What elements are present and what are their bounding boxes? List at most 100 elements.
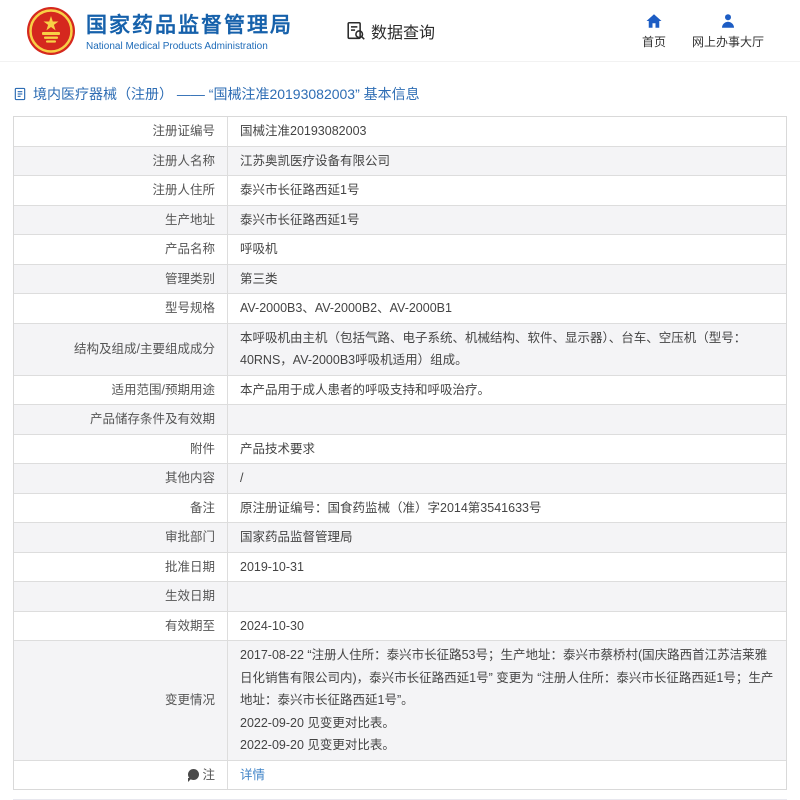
breadcrumb: 境内医疗器械（注册） —— “国械注准20193082003” 基本信息 (0, 62, 800, 116)
table-row: 结构及组成/主要组成成分 本呼吸机由主机（包括气路、电子系统、机械结构、软件、显示… (14, 324, 786, 376)
person-icon (719, 12, 737, 30)
row-value-text: 国家药品监督管理局 (240, 526, 353, 549)
table-row: 产品储存条件及有效期 (14, 405, 786, 435)
row-value-text: 本产品用于成人患者的呼吸支持和呼吸治疗。 (240, 379, 490, 402)
row-value: 2017-08-22 “注册人住所：泰兴市长征路53号；生产地址：泰兴市蔡桥村(… (228, 641, 786, 760)
row-label-text: 附件 (190, 438, 215, 461)
table-row: 有效期至 2024-10-30 (14, 612, 786, 642)
row-label: 生产地址 (14, 206, 228, 235)
row-label: 适用范围/预期用途 (14, 376, 228, 405)
home-icon (645, 12, 663, 30)
row-label: 审批部门 (14, 523, 228, 552)
row-label-text: 型号规格 (165, 297, 215, 320)
row-value: 呼吸机 (228, 235, 786, 264)
note-icon (188, 769, 199, 780)
row-value: 国家药品监督管理局 (228, 523, 786, 552)
row-label: 批准日期 (14, 553, 228, 582)
row-value: 江苏奥凯医疗设备有限公司 (228, 147, 786, 176)
nmpa-emblem-logo[interactable] (26, 6, 76, 56)
row-value-text: 呼吸机 (240, 238, 278, 261)
row-label: 注 (14, 761, 228, 790)
row-label-text: 适用范围/预期用途 (112, 379, 215, 402)
row-label-text: 变更情况 (165, 689, 215, 712)
row-label: 有效期至 (14, 612, 228, 641)
site-title-cn: 国家药品监督管理局 (86, 9, 293, 39)
row-label: 备注 (14, 494, 228, 523)
row-label-text: 管理类别 (165, 268, 215, 291)
row-value: 2024-10-30 (228, 612, 786, 641)
row-label: 附件 (14, 435, 228, 464)
row-label: 其他内容 (14, 464, 228, 493)
content-area: 注册证编号国械注准20193082003注册人名称江苏奥凯医疗设备有限公司注册人… (13, 116, 787, 800)
row-label: 结构及组成/主要组成成分 (14, 324, 228, 375)
table-row: 审批部门 国家药品监督管理局 (14, 523, 786, 553)
row-label: 注册人名称 (14, 147, 228, 176)
row-label-text: 注册人名称 (152, 150, 215, 173)
nav-data-query[interactable]: 数据查询 (345, 19, 435, 43)
table-row: 批准日期 2019-10-31 (14, 553, 786, 583)
row-label-text: 产品储存条件及有效期 (90, 408, 215, 431)
site-title-en: National Medical Products Administration (86, 41, 293, 52)
row-label-text: 产品名称 (165, 238, 215, 261)
table-row: 注 详情 (14, 761, 786, 790)
table-row: 注册证编号 国械注准20193082003 (14, 117, 786, 147)
row-value (228, 582, 786, 611)
row-label: 管理类别 (14, 265, 228, 294)
row-value-text: 2024-10-30 (240, 615, 304, 638)
row-label: 注册证编号 (14, 117, 228, 146)
row-value: 本产品用于成人患者的呼吸支持和呼吸治疗。 (228, 376, 786, 405)
table-row: 生效日期 (14, 582, 786, 612)
row-label: 产品储存条件及有效期 (14, 405, 228, 434)
site-title-block: 国家药品监督管理局 National Medical Products Admi… (86, 9, 293, 52)
table-row: 生产地址泰兴市长征路西延1号 (14, 206, 786, 236)
row-value-text: 本呼吸机由主机（包括气路、电子系统、机械结构、软件、显示器）、台车、空压机（型号… (240, 327, 774, 372)
info-table: 注册证编号国械注准20193082003注册人名称江苏奥凯医疗设备有限公司注册人… (13, 116, 787, 790)
table-row: 变更情况 2017-08-22 “注册人住所：泰兴市长征路53号；生产地址：泰兴市… (14, 641, 786, 761)
table-row: 备注 原注册证编号：国食药监械（准）字2014第3541633号 (14, 494, 786, 524)
row-label-text: 结构及组成/主要组成成分 (74, 338, 215, 361)
row-label-text: 备注 (190, 497, 215, 520)
row-value: AV-2000B3、AV-2000B2、AV-2000B1 (228, 294, 786, 323)
table-row: 附件 产品技术要求 (14, 435, 786, 465)
row-value-text: AV-2000B3、AV-2000B2、AV-2000B1 (240, 297, 452, 320)
table-row: 适用范围/预期用途 本产品用于成人患者的呼吸支持和呼吸治疗。 (14, 376, 786, 406)
row-label-text: 注 (202, 764, 215, 787)
table-row: 管理类别 第三类 (14, 265, 786, 295)
row-label-text: 注册证编号 (152, 120, 215, 143)
site-header: 国家药品监督管理局 National Medical Products Admi… (0, 0, 800, 62)
row-label-text: 审批部门 (165, 526, 215, 549)
document-icon (13, 87, 27, 101)
row-label: 产品名称 (14, 235, 228, 264)
row-label-text: 注册人住所 (152, 179, 215, 202)
row-value-text: 国械注准20193082003 (240, 120, 366, 143)
row-value: 原注册证编号：国食药监械（准）字2014第3541633号 (228, 494, 786, 523)
row-value-text: 原注册证编号：国食药监械（准）字2014第3541633号 (240, 497, 541, 520)
row-value-text: 2017-08-22 “注册人住所：泰兴市长征路53号；生产地址：泰兴市蔡桥村(… (240, 644, 774, 757)
row-label-text: 有效期至 (165, 615, 215, 638)
nav-home-label: 首页 (642, 33, 666, 50)
row-label: 变更情况 (14, 641, 228, 760)
row-label: 注册人住所 (14, 176, 228, 205)
row-value: 详情 (228, 761, 786, 790)
data-query-icon (345, 20, 367, 42)
nav-home[interactable]: 首页 (642, 12, 666, 50)
row-label-text: 生效日期 (165, 585, 215, 608)
table-row: 其他内容 / (14, 464, 786, 494)
row-value-text: 泰兴市长征路西延1号 (240, 209, 359, 232)
table-row: 注册人名称 江苏奥凯医疗设备有限公司 (14, 147, 786, 177)
breadcrumb-text: 境内医疗器械（注册） —— “国械注准20193082003” 基本信息 (33, 84, 420, 104)
row-value-text: 2019-10-31 (240, 556, 304, 579)
row-value: 2019-10-31 (228, 553, 786, 582)
row-value-text: / (240, 467, 243, 490)
row-value-text: 泰兴市长征路西延1号 (240, 179, 359, 202)
row-value: 产品技术要求 (228, 435, 786, 464)
detail-link[interactable]: 详情 (240, 764, 265, 787)
row-value-text: 产品技术要求 (240, 438, 315, 461)
nav-service-hall[interactable]: 网上办事大厅 (692, 12, 764, 50)
row-label-text: 其他内容 (165, 467, 215, 490)
row-value: 第三类 (228, 265, 786, 294)
row-value: 本呼吸机由主机（包括气路、电子系统、机械结构、软件、显示器）、台车、空压机（型号… (228, 324, 786, 375)
row-label-text: 批准日期 (165, 556, 215, 579)
row-value-text: 第三类 (240, 268, 278, 291)
row-value-text: 江苏奥凯医疗设备有限公司 (240, 150, 390, 173)
